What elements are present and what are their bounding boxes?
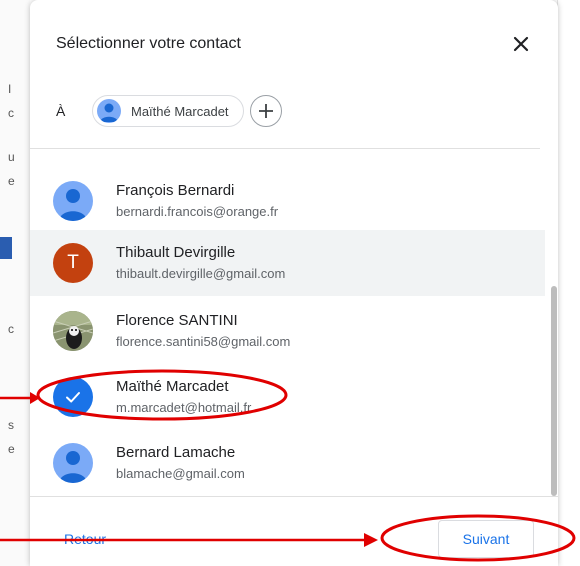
add-recipient-button[interactable]: [249, 95, 282, 127]
next-button[interactable]: Suivant: [438, 520, 534, 558]
close-icon[interactable]: [510, 33, 532, 55]
plus-icon: [258, 104, 273, 118]
background-fragment: u: [8, 150, 15, 164]
contact-name: Maïthé Marcadet: [116, 378, 229, 395]
contact-list[interactable]: François Bernardi bernardi.francois@oran…: [30, 150, 545, 494]
scrollbar[interactable]: [551, 286, 557, 496]
person-icon: [97, 99, 121, 123]
contact-row[interactable]: Maïthé Marcadet m.marcadet@hotmail.fr: [30, 364, 545, 430]
recipient-chip-label: Maïthé Marcadet: [131, 103, 229, 119]
contact-email: florence.santini58@gmail.com: [116, 334, 291, 349]
recipient-row: À Maïthé Marcadet: [56, 94, 282, 128]
background-fragment: e: [8, 442, 15, 456]
contact-name: Thibault Devirgille: [116, 244, 236, 261]
background-page: I c u e c s e: [0, 0, 30, 566]
header-divider: [30, 148, 540, 149]
contact-name: Bernard Lamache: [116, 444, 236, 461]
background-fragment: s: [8, 418, 14, 432]
contact-email: m.marcadet@hotmail.fr: [116, 400, 252, 415]
contact-name: Florence SANTINI: [116, 312, 238, 329]
recipient-label: À: [56, 103, 66, 119]
back-button[interactable]: Retour: [64, 531, 106, 547]
person-icon: [53, 443, 93, 483]
contact-photo: [53, 311, 93, 351]
contact-email: bernardi.francois@orange.fr: [116, 204, 279, 219]
background-fragment: c: [8, 322, 14, 336]
contact-initial-avatar: T: [53, 243, 93, 283]
background-fragment: e: [8, 174, 15, 188]
background-window-edge: [557, 0, 580, 566]
contact-email: thibault.devirgille@gmail.com: [116, 266, 286, 281]
footer-divider: [30, 496, 558, 497]
contact-row[interactable]: Florence SANTINI florence.santini58@gmai…: [30, 298, 545, 364]
background-accent: [0, 237, 12, 259]
contact-row[interactable]: François Bernardi bernardi.francois@oran…: [30, 168, 545, 234]
person-icon: [53, 181, 93, 221]
contact-row[interactable]: Bernard Lamache blamache@gmail.com: [30, 430, 545, 494]
contact-name: François Bernardi: [116, 182, 235, 199]
dialog-title: Sélectionner votre contact: [56, 35, 241, 52]
background-fragment: c: [8, 106, 14, 120]
contact-picker-dialog: Sélectionner votre contact À Maïthé Marc…: [30, 0, 558, 566]
recipient-chip[interactable]: Maïthé Marcadet: [92, 95, 244, 127]
check-icon: [53, 377, 93, 417]
contact-row[interactable]: T Thibault Devirgille thibault.devirgill…: [30, 230, 545, 296]
background-fragment: I: [8, 82, 12, 96]
contact-email: blamache@gmail.com: [116, 466, 245, 481]
